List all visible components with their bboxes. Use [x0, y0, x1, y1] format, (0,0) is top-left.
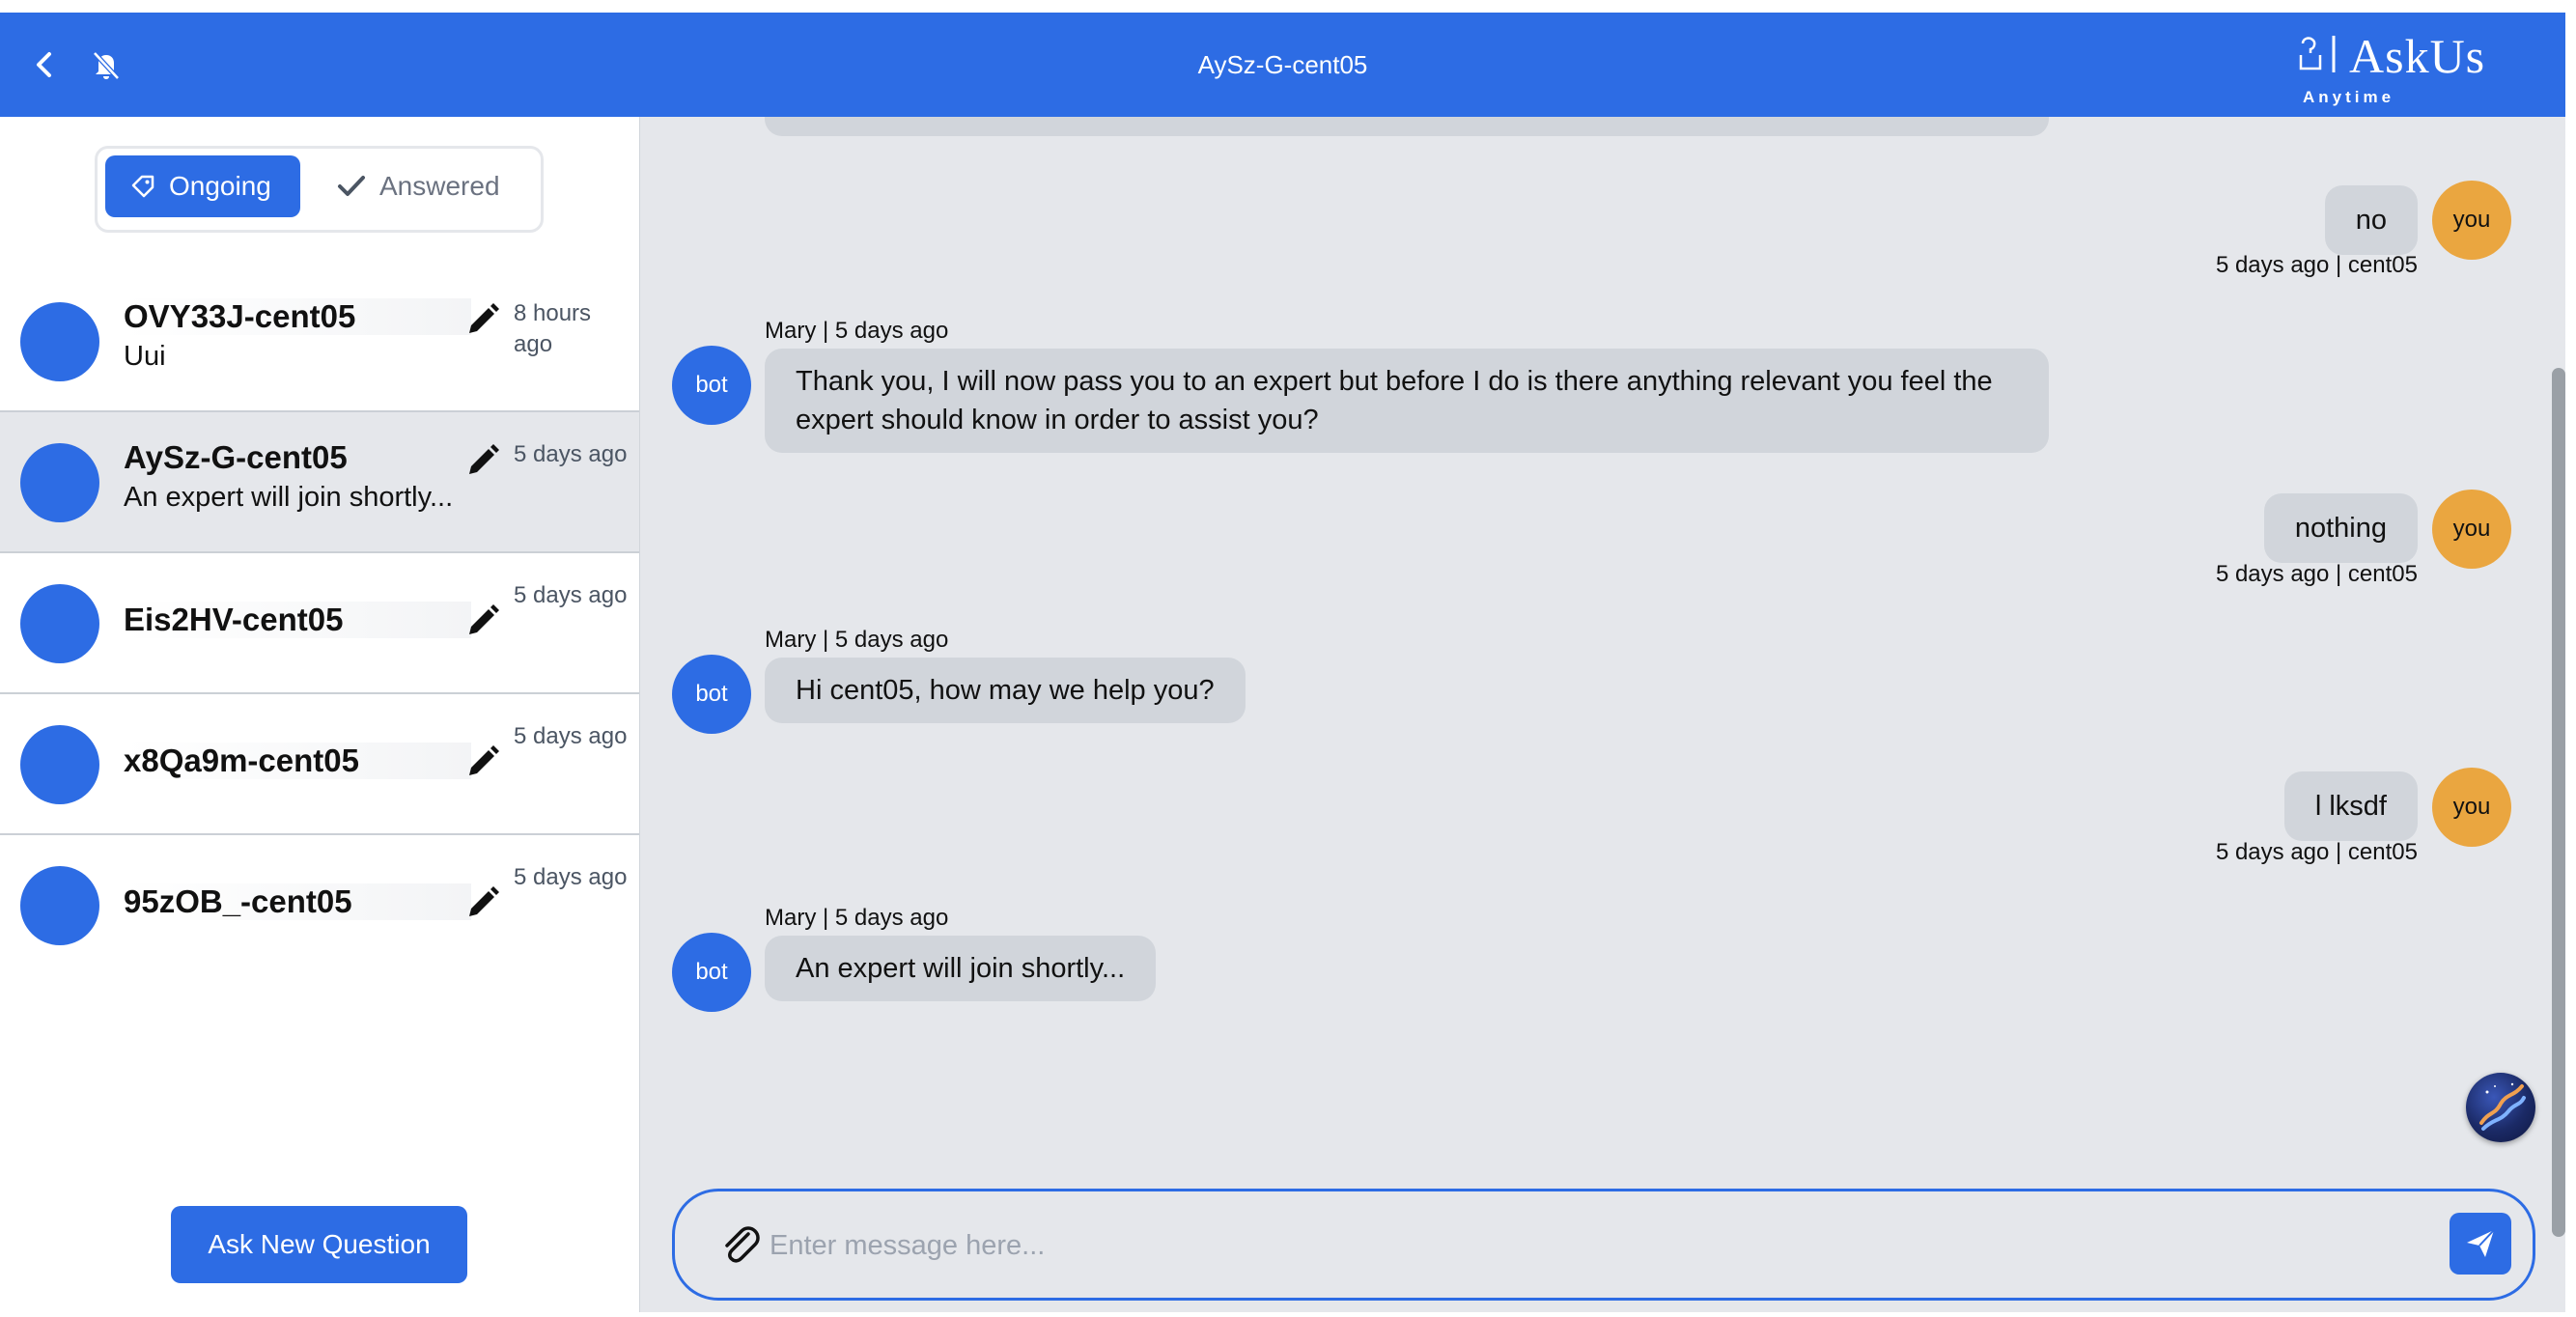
paper-plane-icon [2467, 1229, 2495, 1257]
conversation-item-active[interactable]: AySz-G-cent05 An expert will join shortl… [0, 412, 639, 553]
conversation-name: AySz-G-cent05 [124, 439, 348, 475]
logo-brand: AskUs [2349, 29, 2486, 83]
conversation-avatar [20, 866, 99, 945]
assistant-orb-icon [2479, 1082, 2526, 1131]
bot-message-bubble: Hi cent05, how may we help you? [765, 658, 1246, 723]
conversation-avatar [20, 302, 99, 381]
edit-icon[interactable] [463, 743, 502, 781]
conversation-time: 5 days ago [514, 441, 628, 467]
bot-message-meta: Mary | 5 days ago [765, 905, 949, 931]
conversation-name: x8Qa9m-cent05 [124, 743, 471, 779]
tag-icon [131, 175, 154, 198]
tab-ongoing[interactable]: Ongoing [105, 155, 300, 217]
user-message-bubble: l lksdf [2283, 771, 2418, 841]
edit-icon[interactable] [463, 602, 502, 640]
bot-avatar: bot [672, 933, 751, 1012]
conversation-avatar [20, 725, 99, 804]
bot-message-meta: Mary | 5 days ago [765, 627, 949, 653]
conversation-name: OVY33J-cent05 [124, 298, 471, 335]
send-button[interactable] [2450, 1213, 2511, 1275]
bot-avatar: bot [672, 346, 751, 425]
message-composer [672, 1189, 2535, 1301]
conversation-time: 5 days ago [514, 864, 628, 890]
bot-message-bubble: An expert will join shortly... [765, 936, 1157, 1001]
conversation-sidebar: Ongoing Answered OVY33J-cent05 Uui 8 hou… [0, 117, 640, 1312]
user-message-meta: 5 days ago | cent05 [2215, 561, 2418, 587]
askus-logo: AskUs Anytime [2295, 26, 2507, 106]
user-message-meta: 5 days ago | cent05 [2215, 839, 2418, 865]
checkmark-icon [338, 176, 365, 196]
tab-answered-label: Answered [379, 171, 500, 201]
app-window: AySz-G-cent05 AskUs Anytime Ongoing Answ… [0, 13, 2565, 1312]
user-message-bubble: no [2324, 185, 2418, 255]
edit-icon[interactable] [463, 441, 502, 480]
user-avatar: you [2432, 490, 2511, 569]
paperclip-icon[interactable] [715, 1220, 766, 1271]
top-bar: AySz-G-cent05 AskUs Anytime [0, 13, 2565, 117]
user-message-meta: 5 days ago | cent05 [2215, 252, 2418, 278]
message-input[interactable] [770, 1211, 2363, 1280]
conversation-item[interactable]: OVY33J-cent05 Uui 8 hours ago [0, 271, 639, 412]
tab-answered[interactable]: Answered [325, 155, 518, 217]
assistant-launcher-button[interactable] [2466, 1073, 2535, 1142]
conversation-time: 8 hours ago [514, 300, 592, 357]
status-tabs: Ongoing Answered [95, 146, 544, 233]
conversation-preview: Uui [124, 341, 166, 372]
user-message-bubble: nothing [2263, 493, 2418, 563]
conversation-name: 95zOB_-cent05 [124, 883, 471, 920]
edit-icon[interactable] [463, 300, 502, 339]
ask-new-question-button[interactable]: Ask New Question [171, 1206, 467, 1283]
bot-message-meta: Mary | 5 days ago [765, 318, 949, 344]
tab-ongoing-label: Ongoing [169, 171, 271, 201]
conversation-title: AySz-G-cent05 [1197, 50, 1368, 79]
conversation-time: 5 days ago [514, 723, 628, 749]
conversation-name: Eis2HV-cent05 [124, 602, 471, 638]
conversation-avatar [20, 584, 99, 663]
chat-panel: no you 5 days ago | cent05 Mary | 5 days… [641, 117, 2565, 1312]
conversation-preview: An expert will join shortly... [124, 482, 454, 513]
logo-mark-icon [2299, 36, 2336, 72]
edit-icon[interactable] [463, 883, 502, 922]
conversation-item[interactable]: Eis2HV-cent05 5 days ago [0, 553, 639, 694]
chat-scrollbar[interactable] [2552, 368, 2565, 1237]
user-avatar: you [2432, 768, 2511, 847]
conversation-time: 5 days ago [514, 582, 628, 608]
message-bubble-partial [765, 117, 2049, 136]
conversation-item[interactable]: x8Qa9m-cent05 5 days ago [0, 694, 639, 835]
conversation-avatar [20, 443, 99, 522]
bot-message-bubble: Thank you, I will now pass you to an exp… [765, 349, 2049, 453]
user-avatar: you [2432, 181, 2511, 260]
conversation-item[interactable]: 95zOB_-cent05 5 days ago [0, 835, 639, 976]
logo-subtitle: Anytime [2303, 88, 2395, 106]
bot-avatar: bot [672, 655, 751, 734]
